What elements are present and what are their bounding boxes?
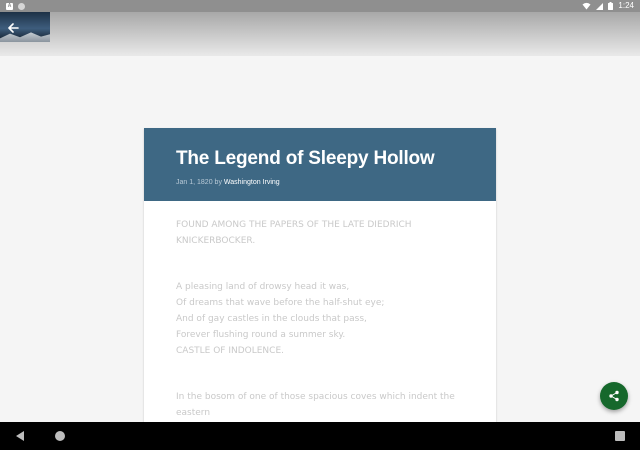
text-line: eastern [176, 408, 211, 418]
article-card: The Legend of Sleepy Hollow Jan 1, 1820 … [144, 128, 496, 428]
text-line: KNICKERBOCKER. [176, 236, 256, 246]
poem-line: CASTLE OF INDOLENCE. [176, 346, 284, 356]
status-time: 1:24 [618, 1, 634, 10]
article-meta: Jan 1, 1820 by Washington Irving [176, 179, 464, 186]
share-icon [609, 390, 619, 402]
arrow-back-icon [7, 23, 19, 33]
text-line: FOUND AMONG THE PAPERS OF THE LATE DIEDR… [176, 220, 412, 230]
nav-back-icon[interactable] [14, 430, 26, 442]
article-paragraph: In the bosom of one of those spacious co… [176, 389, 464, 421]
nav-home-icon[interactable] [55, 431, 65, 441]
sync-circle-icon [18, 2, 25, 10]
status-left: A [6, 2, 25, 10]
article-by: by [214, 179, 222, 186]
wifi-icon [582, 2, 591, 10]
article-title: The Legend of Sleepy Hollow [176, 148, 435, 169]
text-line: In the bosom of one of those spacious co… [176, 392, 455, 402]
article-body: FOUND AMONG THE PAPERS OF THE LATE DIEDR… [144, 201, 496, 421]
status-right: 1:24 [582, 0, 634, 12]
poem-line: Of dreams that wave before the half-shut… [176, 298, 385, 308]
article-author-link[interactable]: Washington Irving [224, 179, 280, 186]
system-navigation-bar [0, 422, 640, 450]
app-toolbar [0, 12, 640, 56]
nav-recents-icon[interactable] [615, 431, 625, 441]
poem-line: A pleasing land of drowsy head it was, [176, 282, 350, 292]
status-bar: A 1:24 [0, 0, 640, 12]
article-paragraph-intro: FOUND AMONG THE PAPERS OF THE LATE DIEDR… [176, 217, 464, 249]
article-date: Jan 1, 1820 [176, 179, 213, 186]
back-button[interactable] [6, 21, 20, 35]
share-button[interactable] [600, 382, 628, 410]
poem-line: Forever flushing round a summer sky. [176, 330, 346, 340]
battery-icon [608, 2, 614, 10]
notification-a-icon: A [6, 2, 13, 10]
poem-line: And of gay castles in the clouds that pa… [176, 314, 367, 324]
article-header: The Legend of Sleepy Hollow Jan 1, 1820 … [144, 128, 496, 201]
cell-signal-icon [596, 2, 604, 10]
article-poem: A pleasing land of drowsy head it was, O… [176, 279, 464, 359]
